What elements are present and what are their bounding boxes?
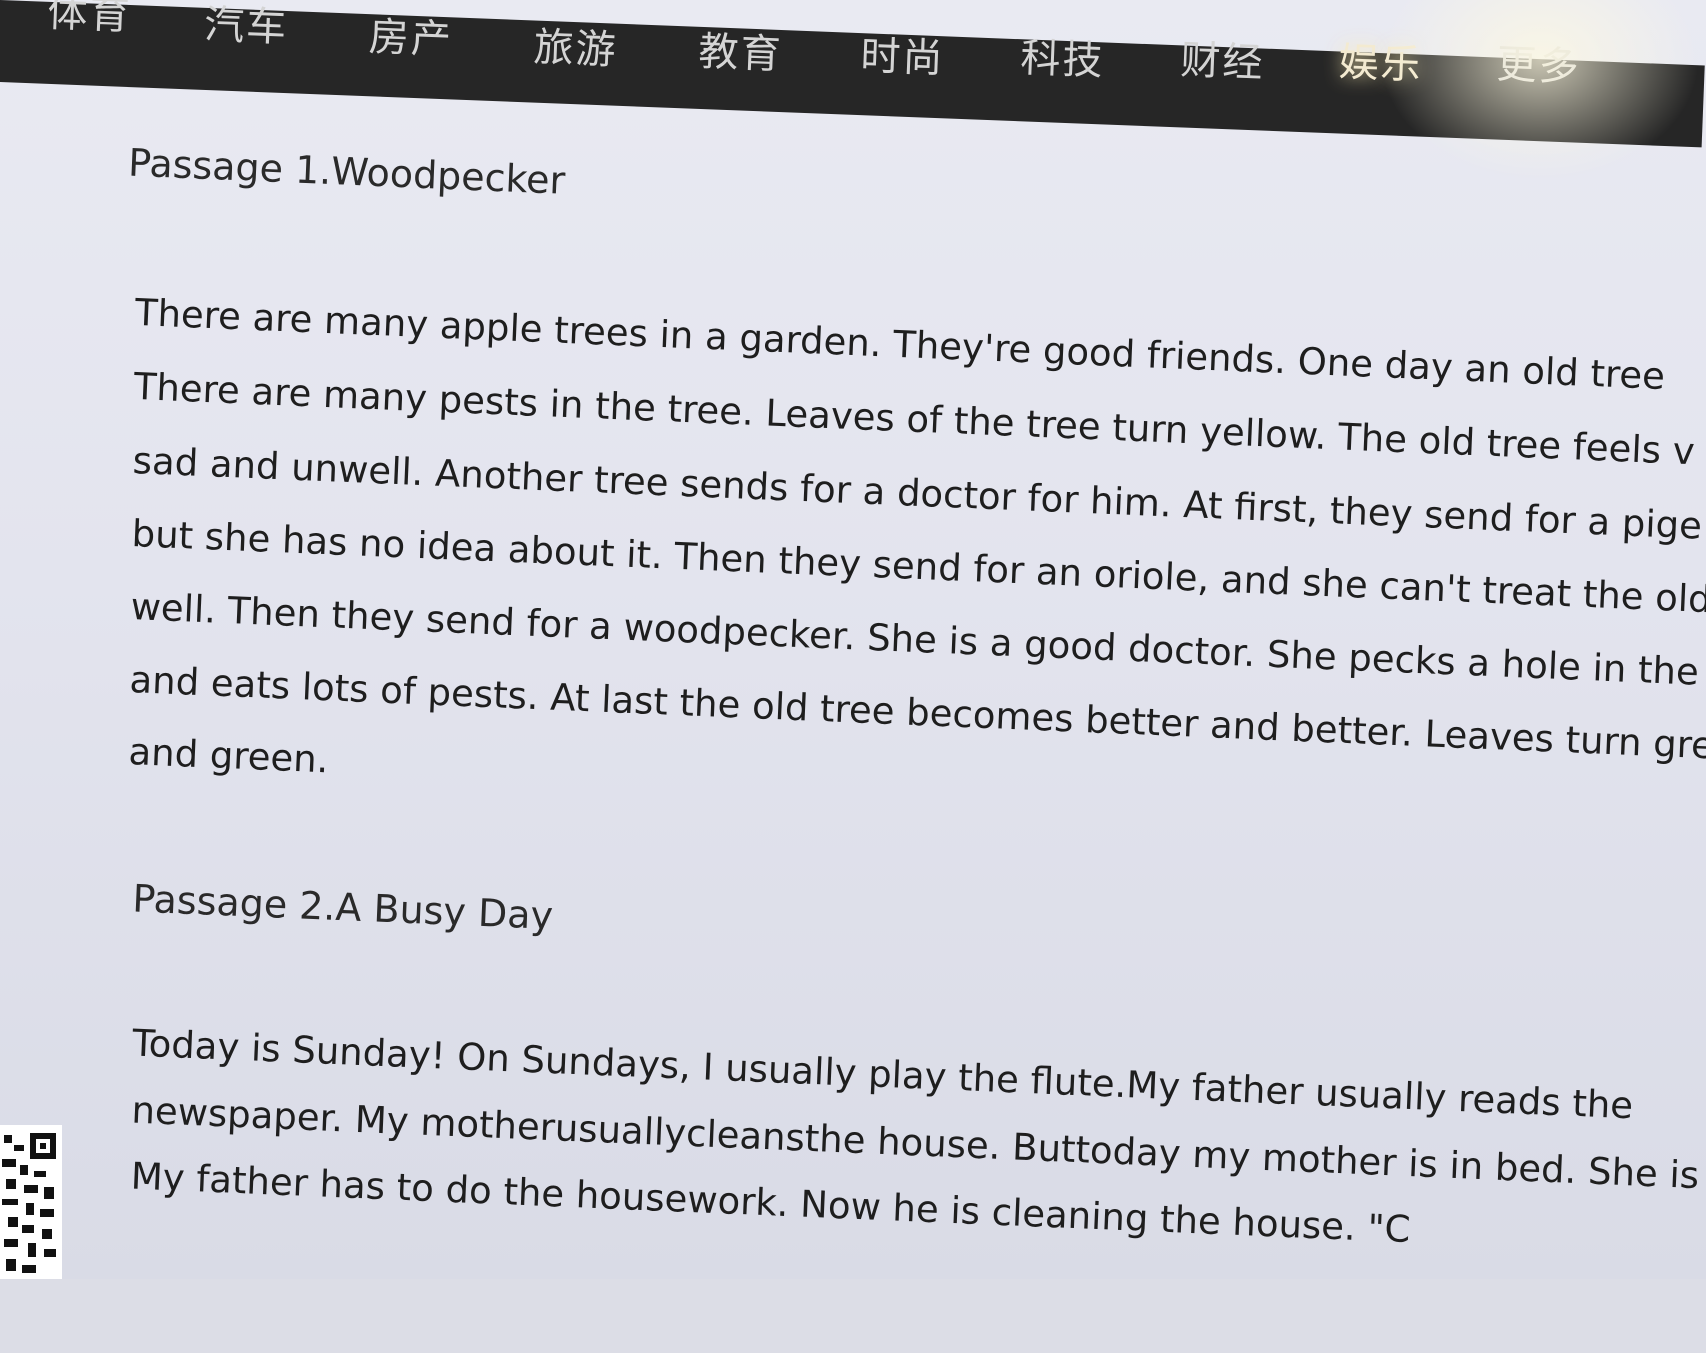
passage-1-line: and green. bbox=[127, 730, 330, 782]
screen: 体育 汽车 房产 旅游 教育 时尚 科技 财经 娱乐 更多 Passage 1.… bbox=[0, 0, 1706, 1279]
document-content: Passage 1.Woodpecker There are many appl… bbox=[0, 0, 1706, 1349]
passage-2-title: Passage 2.A Busy Day bbox=[131, 876, 554, 938]
passage-1-title: Passage 1.Woodpecker bbox=[127, 140, 567, 203]
qr-code-image bbox=[0, 1125, 62, 1279]
